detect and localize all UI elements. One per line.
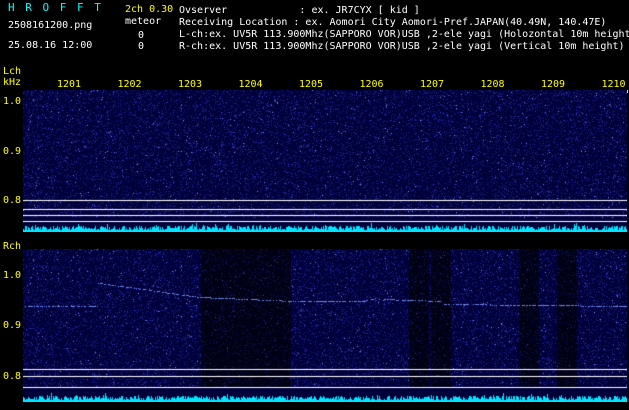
time-tick-label: 1209 [541,79,566,90]
rch-ytick-2: 0.9 [3,320,22,331]
observer-line: Ovserver : ex. JR7CYX [ kid ] [179,5,420,16]
rch-info-line: R-ch:ex. UV5R 113.900Mhz(SAPPORO VOR)USB… [179,41,625,52]
time-tick-label: 1206 [359,79,384,90]
app-logo: H R O F F T [8,1,103,14]
lch-spectrogram [23,90,627,232]
time-tick-label: 1201 [57,79,82,90]
lch-count: 0 [138,30,145,41]
time-tick-label: 1205 [299,79,324,90]
rch-ytick-1: 1.0 [3,270,22,281]
time-tick-label: 1207 [420,79,445,90]
lch-label: Lch [3,66,22,77]
meteor-label: meteor [125,16,162,27]
lch-info-line: L-ch:ex. UV5R 113.900Mhz(SAPPORO VOR)USB… [179,29,629,40]
lch-ytick-1: 1.0 [3,96,22,107]
rch-label: Rch [3,241,22,252]
channels-label: 2ch 0.30 [125,4,174,15]
rch-count: 0 [138,41,145,52]
rch-ytick-3: 0.8 [3,371,22,382]
rch-spectrogram [23,249,627,402]
time-tick-label: 1210 [601,79,626,90]
time-tick-label: 1208 [480,79,505,90]
time-tick-label: 1202 [117,79,142,90]
datetime-text: 25.08.16 12:00 [8,40,93,51]
filename-text: 2508161200.png [8,20,93,31]
lch-ytick-2: 0.9 [3,146,22,157]
lch-ytick-3: 0.8 [3,195,22,206]
location-line: Receiving Location : ex. Aomori City Aom… [179,17,607,28]
lch-unit-label: kHz [3,77,22,88]
time-tick-label: 1203 [178,79,203,90]
time-tick-label: 1204 [238,79,263,90]
